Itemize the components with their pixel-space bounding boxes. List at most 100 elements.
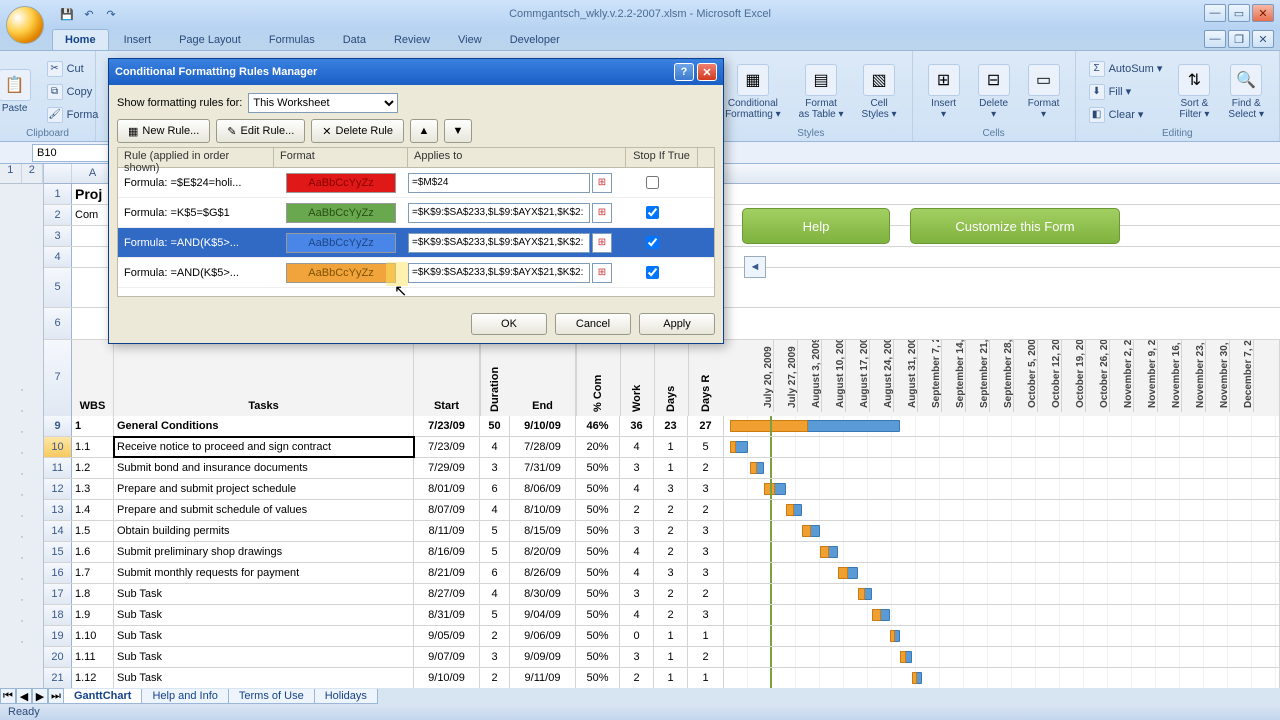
qat-redo[interactable]: ↷ bbox=[102, 5, 120, 23]
table-row[interactable]: 101.1Receive notice to proceed and sign … bbox=[44, 437, 1280, 458]
workbook-restore[interactable]: ❐ bbox=[1228, 30, 1250, 48]
format-painter-button[interactable]: 🖌Forma bbox=[42, 104, 104, 126]
customize-form-button[interactable]: Customize this Form bbox=[910, 208, 1120, 244]
clear-button[interactable]: ◧Clear ▾ bbox=[1084, 104, 1168, 126]
stop-if-true-checkbox[interactable] bbox=[646, 266, 659, 279]
close-button[interactable]: ✕ bbox=[1252, 4, 1274, 22]
cut-button[interactable]: ✂Cut bbox=[42, 58, 104, 80]
workbook-minimize[interactable]: — bbox=[1204, 30, 1226, 48]
insert-cells-button[interactable]: ⊞Insert ▾ bbox=[921, 61, 967, 123]
rule-row[interactable]: Formula: =AND(K$5>...AaBbCcYyZz⊞ bbox=[118, 228, 714, 258]
table-row[interactable]: 171.8Sub Task8/27/0948/30/0950%322 bbox=[44, 584, 1280, 605]
stop-if-true-checkbox[interactable] bbox=[646, 236, 659, 249]
sort-filter-button[interactable]: ⇅Sort & Filter ▾ bbox=[1171, 61, 1217, 123]
table-row[interactable]: 141.5Obtain building permits8/11/0958/15… bbox=[44, 521, 1280, 542]
workbook-close[interactable]: ✕ bbox=[1252, 30, 1274, 48]
applies-to-input[interactable] bbox=[408, 263, 590, 283]
ribbon-tab-view[interactable]: View bbox=[445, 29, 495, 50]
outline-level-2[interactable]: 2 bbox=[22, 164, 44, 183]
fill-button[interactable]: ⬇Fill ▾ bbox=[1084, 81, 1168, 103]
dialog-help-button[interactable]: ? bbox=[674, 63, 694, 81]
qat-save[interactable]: 💾 bbox=[58, 5, 76, 23]
delete-rule-button[interactable]: ✕Delete Rule bbox=[311, 119, 404, 143]
table-row[interactable]: 191.10Sub Task9/05/0929/06/0950%011 bbox=[44, 626, 1280, 647]
styles-icon: ▧ bbox=[863, 64, 895, 96]
autosum-button[interactable]: ΣAutoSum ▾ bbox=[1084, 58, 1168, 80]
maximize-button[interactable]: ▭ bbox=[1228, 4, 1250, 22]
brush-icon: 🖌 bbox=[47, 107, 63, 123]
apply-button[interactable]: Apply bbox=[639, 313, 715, 335]
copy-button[interactable]: ⧉Copy bbox=[42, 81, 104, 103]
rule-row[interactable]: Formula: =$E$24=holi...AaBbCcYyZz⊞ bbox=[118, 168, 714, 198]
ribbon-tab-insert[interactable]: Insert bbox=[111, 29, 165, 50]
new-icon: ▦ bbox=[128, 125, 138, 138]
find-select-button[interactable]: 🔍Find & Select ▾ bbox=[1221, 61, 1271, 123]
tab-nav-prev[interactable]: ◀ bbox=[16, 688, 32, 704]
table-row[interactable]: 181.9Sub Task8/31/0959/04/0950%423 bbox=[44, 605, 1280, 626]
applies-to-input[interactable] bbox=[408, 203, 590, 223]
minimize-button[interactable]: — bbox=[1204, 4, 1226, 22]
move-rule-up-button[interactable]: ▲ bbox=[410, 119, 438, 143]
table-row[interactable]: 201.11Sub Task9/07/0939/09/0950%312 bbox=[44, 647, 1280, 668]
ribbon-tab-data[interactable]: Data bbox=[330, 29, 379, 50]
gantt-scroll-left[interactable]: ◄ bbox=[744, 256, 766, 278]
new-rule-button[interactable]: ▦New Rule... bbox=[117, 119, 210, 143]
delete-cells-button[interactable]: ⊟Delete ▾ bbox=[971, 61, 1017, 123]
rules-list[interactable]: Formula: =$E$24=holi...AaBbCcYyZz⊞Formul… bbox=[117, 167, 715, 297]
range-selector-button[interactable]: ⊞ bbox=[592, 263, 612, 283]
conditional-formatting-button[interactable]: ▦Conditional Formatting ▾ bbox=[718, 61, 788, 123]
cell-styles-button[interactable]: ▧Cell Styles ▾ bbox=[855, 61, 904, 123]
table-row[interactable]: 161.7Submit monthly requests for payment… bbox=[44, 563, 1280, 584]
table-row[interactable]: 111.2Submit bond and insurance documents… bbox=[44, 458, 1280, 479]
cancel-button[interactable]: Cancel bbox=[555, 313, 631, 335]
ribbon-tab-review[interactable]: Review bbox=[381, 29, 443, 50]
eraser-icon: ◧ bbox=[1089, 107, 1105, 123]
tab-nav-first[interactable]: ⏮ bbox=[0, 688, 16, 704]
ok-button[interactable]: OK bbox=[471, 313, 547, 335]
range-selector-button[interactable]: ⊞ bbox=[592, 173, 612, 193]
name-box[interactable]: B10 bbox=[32, 144, 112, 162]
scissors-icon: ✂ bbox=[47, 61, 63, 77]
quick-access-toolbar: 💾 ↶ ↷ bbox=[58, 5, 120, 23]
sheet-tab-holidays[interactable]: Holidays bbox=[314, 689, 378, 704]
table-row[interactable]: 151.6Submit preliminary shop drawings8/1… bbox=[44, 542, 1280, 563]
format-cells-button[interactable]: ▭Format ▾ bbox=[1021, 61, 1067, 123]
styles-group-label: Styles bbox=[718, 128, 904, 139]
applies-to-input[interactable] bbox=[408, 173, 590, 193]
rule-row[interactable]: Formula: =K$5=$G$1AaBbCcYyZz⊞ bbox=[118, 198, 714, 228]
paste-button[interactable]: 📋Paste bbox=[0, 66, 38, 117]
ribbon-tab-page-layout[interactable]: Page Layout bbox=[166, 29, 254, 50]
tab-nav-last[interactable]: ⏭ bbox=[48, 688, 64, 704]
tab-nav-next[interactable]: ▶ bbox=[32, 688, 48, 704]
ribbon-tab-home[interactable]: Home bbox=[52, 29, 109, 50]
move-rule-down-button[interactable]: ▼ bbox=[444, 119, 472, 143]
title-bar: 💾 ↶ ↷ Commgantsch_wkly.v.2.2-2007.xlsm -… bbox=[0, 0, 1280, 28]
table-row[interactable]: 121.3Prepare and submit project schedule… bbox=[44, 479, 1280, 500]
table-row[interactable]: 211.12Sub Task9/10/0929/11/0950%211 bbox=[44, 668, 1280, 688]
outline-level-1[interactable]: 1 bbox=[0, 164, 22, 183]
dialog-titlebar[interactable]: Conditional Formatting Rules Manager ? ✕ bbox=[109, 59, 723, 85]
ribbon-tab-developer[interactable]: Developer bbox=[497, 29, 573, 50]
stop-if-true-checkbox[interactable] bbox=[646, 176, 659, 189]
table-row[interactable]: 131.4Prepare and submit schedule of valu… bbox=[44, 500, 1280, 521]
sheet-tab-help-and-info[interactable]: Help and Info bbox=[141, 689, 228, 704]
help-button[interactable]: Help bbox=[742, 208, 890, 244]
edit-rule-button[interactable]: ✎Edit Rule... bbox=[216, 119, 305, 143]
office-button[interactable] bbox=[6, 6, 44, 44]
applies-to-input[interactable] bbox=[408, 233, 590, 253]
show-rules-select[interactable]: This Worksheet bbox=[248, 93, 398, 113]
rule-row[interactable]: Formula: =AND(K$5>...AaBbCcYyZz⊞ bbox=[118, 258, 714, 288]
range-selector-button[interactable]: ⊞ bbox=[592, 233, 612, 253]
format-as-table-button[interactable]: ▤Format as Table ▾ bbox=[792, 61, 851, 123]
qat-undo[interactable]: ↶ bbox=[80, 5, 98, 23]
ribbon-tab-formulas[interactable]: Formulas bbox=[256, 29, 328, 50]
sheet-tab-ganttchart[interactable]: GanttChart bbox=[63, 689, 142, 704]
table-row[interactable]: 91General Conditions7/23/09509/10/0946%3… bbox=[44, 416, 1280, 437]
range-selector-button[interactable]: ⊞ bbox=[592, 203, 612, 223]
sheet-tab-terms-of-use[interactable]: Terms of Use bbox=[228, 689, 315, 704]
outline-pane[interactable]: 12 ············· bbox=[0, 164, 44, 688]
sheet-tab-bar: ⏮ ◀ ▶ ⏭ GanttChartHelp and InfoTerms of … bbox=[0, 688, 1280, 704]
dialog-close-button[interactable]: ✕ bbox=[697, 63, 717, 81]
stop-if-true-checkbox[interactable] bbox=[646, 206, 659, 219]
clipboard-icon: 📋 bbox=[0, 69, 31, 101]
